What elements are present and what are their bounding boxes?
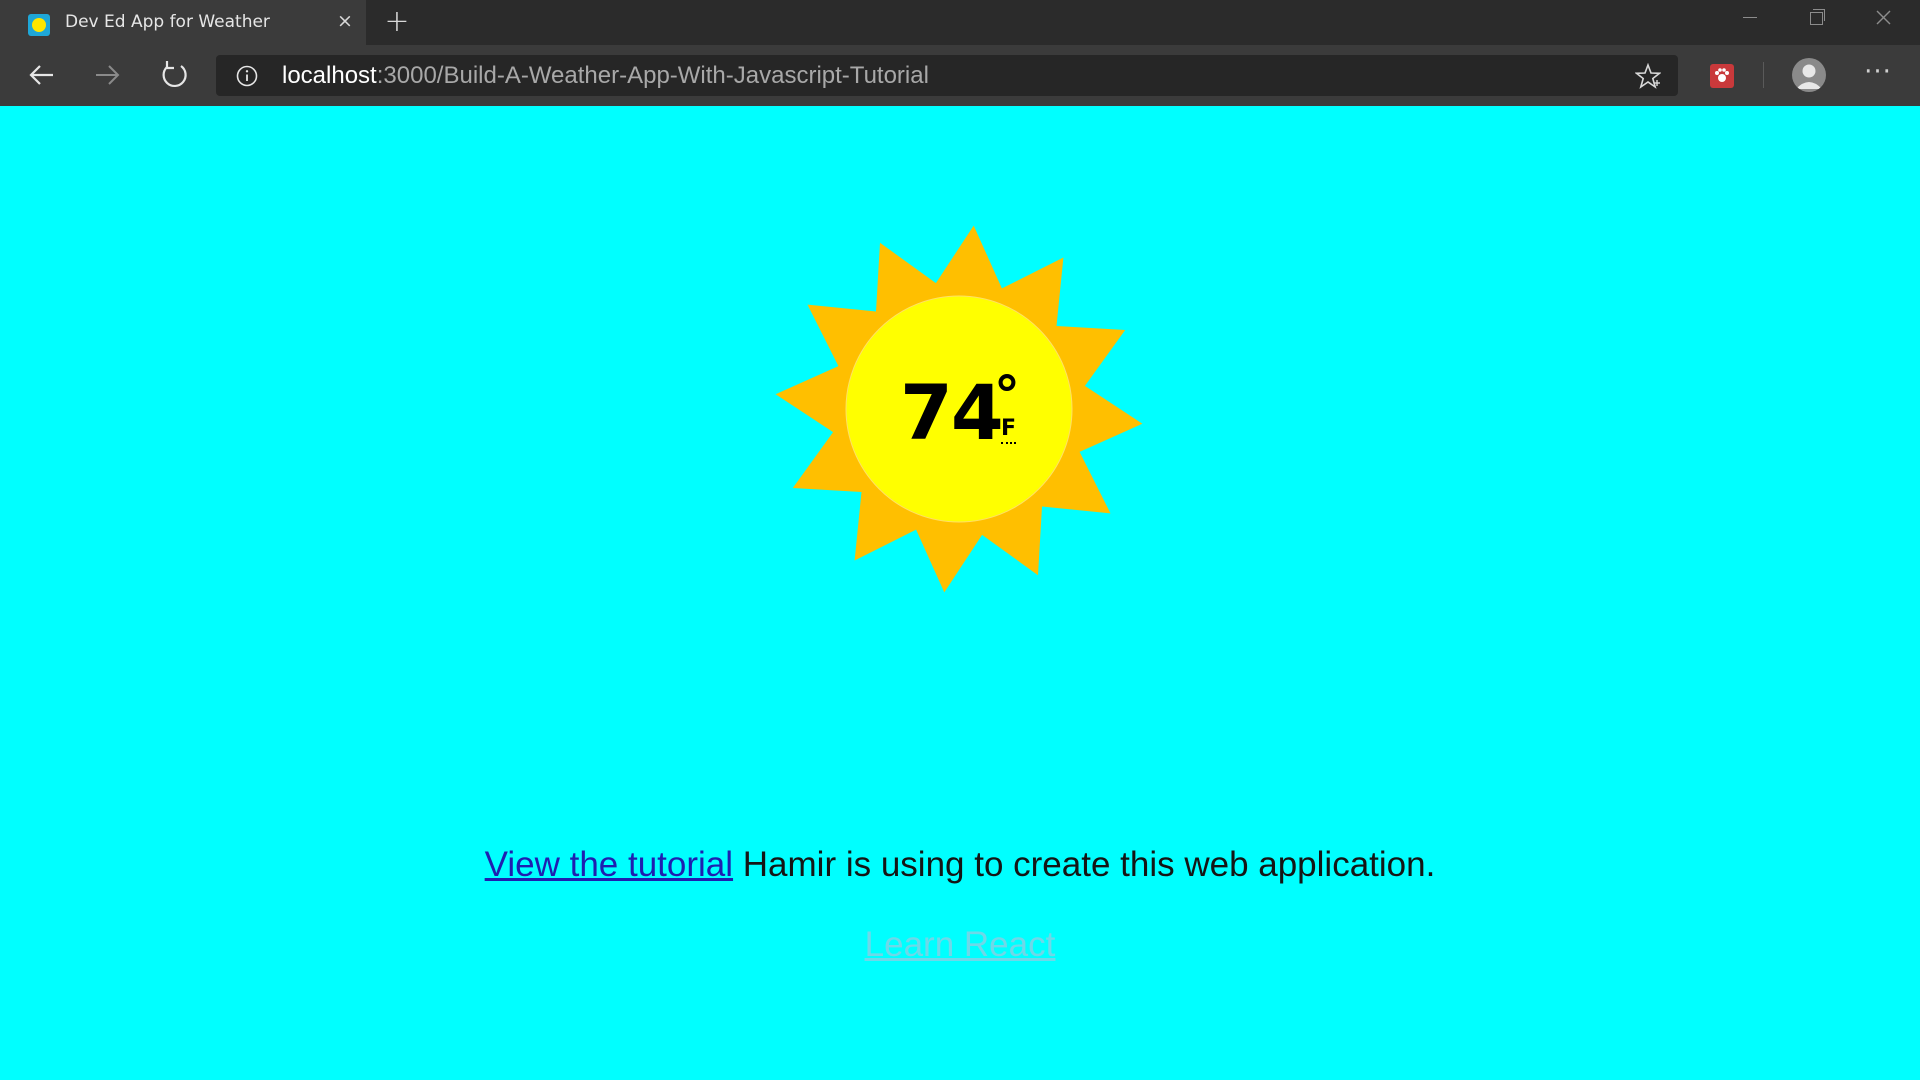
new-tab-button[interactable]: + (380, 6, 414, 40)
temperature-value: 74 (900, 368, 1004, 457)
forward-button[interactable] (86, 54, 128, 96)
temperature-unit[interactable]: F (1001, 416, 1017, 444)
more-icon[interactable]: ··· (1862, 59, 1894, 91)
url-path: :3000/Build-A-Weather-App-With-Javascrip… (376, 62, 929, 89)
refresh-button[interactable] (153, 54, 195, 96)
url-text[interactable]: localhost:3000/Build-A-Weather-App-With-… (282, 62, 929, 90)
tutorial-message: View the tutorial Hamir is using to crea… (0, 845, 1920, 885)
extension-icon[interactable] (1710, 64, 1734, 88)
minimize-button[interactable] (1716, 0, 1782, 36)
forward-arrow-icon (96, 65, 120, 85)
star-icon[interactable] (1635, 63, 1661, 89)
browser-tab[interactable]: Dev Ed App for Weather × (0, 0, 366, 45)
tab-close-icon[interactable]: × (334, 10, 356, 32)
url-host: localhost (282, 62, 377, 89)
close-icon (1876, 10, 1891, 25)
back-arrow-icon (29, 65, 53, 85)
refresh-icon (162, 61, 187, 88)
sun-favicon-icon (28, 14, 50, 36)
learn-react-link[interactable]: Learn React (0, 925, 1920, 965)
avatar (1796, 64, 1822, 89)
toolbar-divider (1763, 62, 1764, 88)
tab-title: Dev Ed App for Weather (65, 12, 270, 32)
window-close-button[interactable] (1850, 0, 1916, 36)
learn-react-label: Learn React (864, 925, 1056, 964)
browser-title-bar: Dev Ed App for Weather × + (0, 0, 1920, 45)
paw-icon (1715, 68, 1729, 82)
view-tutorial-link[interactable]: View the tutorial (485, 845, 733, 884)
back-button[interactable] (21, 54, 63, 96)
browser-toolbar: localhost:3000/Build-A-Weather-App-With-… (0, 45, 1920, 106)
address-bar[interactable]: localhost:3000/Build-A-Weather-App-With-… (216, 55, 1678, 96)
restore-button[interactable] (1783, 0, 1849, 36)
profile-icon[interactable] (1792, 58, 1826, 92)
temperature-display: 74 ° F (900, 366, 1060, 458)
info-icon[interactable] (236, 65, 258, 87)
tutorial-description: Hamir is using to create this web applic… (733, 845, 1436, 884)
